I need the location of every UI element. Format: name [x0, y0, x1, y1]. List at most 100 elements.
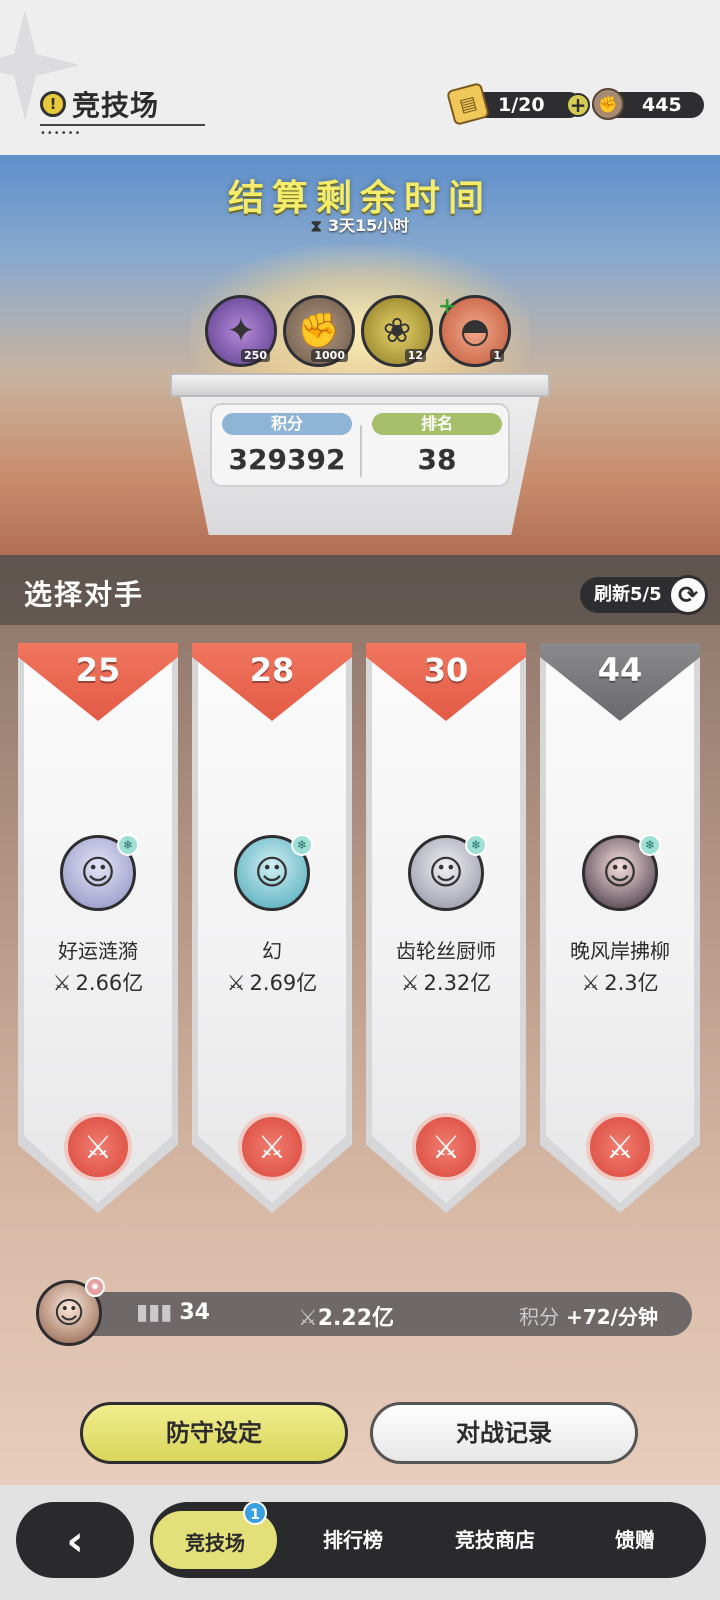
- opponent-rank: 30: [423, 651, 469, 689]
- bar-chart-icon: ▮▮▮: [136, 1300, 180, 1325]
- tab-gifts[interactable]: 馈赠: [570, 1502, 700, 1578]
- opponent-power-value: 2.66亿: [75, 971, 144, 995]
- hourglass-icon: ⧗: [310, 216, 322, 235]
- ice-element-icon: ❄: [291, 834, 313, 856]
- reward-count: 250: [241, 349, 270, 362]
- opponent-rank: 44: [597, 651, 643, 689]
- rank-label: 排名: [372, 413, 502, 435]
- opponent-power: ⚔ 2.3亿: [540, 967, 700, 997]
- character-portrait-icon: ☺: [428, 853, 464, 893]
- my-score-rate: 积分 +72/分钟: [519, 1301, 658, 1330]
- score-stat: 积分 329392: [222, 413, 352, 476]
- power-icon: ⚔: [298, 1306, 318, 1331]
- refresh-label: 刷新5/5: [594, 584, 662, 605]
- ice-element-icon: ❄: [117, 834, 139, 856]
- fight-button[interactable]: ⚔: [586, 1113, 654, 1181]
- bottom-navigation: ‹ 竞技场 1 排行榜 竞技商店 馈赠: [0, 1485, 720, 1600]
- title-area: ! 竞技场: [40, 84, 159, 124]
- reward-list: ✦ 250 ✊ 1000 ❀ 12 + ◓ 1: [205, 294, 511, 367]
- my-rank: ▮▮▮ 34: [136, 1300, 210, 1325]
- character-portrait-icon: ☺: [254, 853, 290, 893]
- rank-stat: 排名 38: [372, 413, 502, 476]
- page-title: 竞技场: [72, 89, 160, 122]
- tab-leaderboard[interactable]: 排行榜: [288, 1502, 418, 1578]
- defense-setup-button[interactable]: 防守设定: [80, 1402, 348, 1464]
- purple-gift-icon: ❀: [382, 311, 412, 351]
- character-portrait-icon: ☺: [53, 1295, 85, 1331]
- ticket-counter: ▤ 1/20 +: [445, 81, 590, 127]
- fist-coin-icon: ✊: [592, 88, 624, 120]
- pedestal-top: [170, 373, 550, 397]
- crossed-swords-icon: ⚔: [83, 1128, 113, 1166]
- tab-arena-shop[interactable]: 竞技商店: [420, 1502, 570, 1578]
- info-icon[interactable]: !: [40, 91, 66, 117]
- score-label: 积分: [222, 413, 352, 435]
- reward-count: 1: [490, 349, 504, 362]
- tab-label: 竞技场: [185, 1531, 245, 1555]
- opponent-card[interactable]: 44 ☺ ❄ 晚风岸拂柳 ⚔ 2.3亿 ⚔: [540, 643, 700, 1213]
- choose-opponent-title: 选择对手: [24, 578, 145, 611]
- opponent-rank: 25: [75, 651, 121, 689]
- add-ticket-button[interactable]: +: [566, 93, 590, 117]
- opponent-power: ⚔ 2.66亿: [18, 967, 178, 997]
- opponent-avatar[interactable]: ☺ ❄: [582, 834, 661, 911]
- ice-element-icon: ❄: [639, 834, 661, 856]
- opponent-avatar[interactable]: ☺ ❄: [60, 834, 139, 911]
- plus-icon: +: [438, 294, 457, 319]
- score-rate-value: +72/分钟: [566, 1305, 658, 1329]
- reward-star-crystal[interactable]: ✦ 250: [205, 295, 277, 367]
- opponent-rank: 28: [249, 651, 295, 689]
- arena-panel: 选择对手 刷新5/5 ⟳ 25 ☺ ❄ 好运涟漪 ⚔2.66亿 ⚔ 28 ☺: [0, 555, 720, 1485]
- refresh-button[interactable]: 刷新5/5 ⟳: [580, 575, 708, 615]
- power-icon: ⚔: [52, 971, 72, 995]
- opponent-avatar[interactable]: ☺ ❄: [234, 834, 313, 911]
- character-portrait-icon: ☺: [80, 853, 116, 893]
- tab-arena[interactable]: 竞技场 1: [150, 1501, 280, 1572]
- opponent-avatar[interactable]: ☺ ❄: [408, 834, 487, 911]
- nav-tabs: 竞技场 1 排行榜 竞技商店 馈赠: [150, 1501, 706, 1578]
- chevron-left-icon: ‹: [66, 1515, 84, 1565]
- crossed-swords-icon: ⚔: [257, 1128, 287, 1166]
- opponent-card[interactable]: 30 ☺ ❄ 齿轮丝厨师 ⚔ 2.32亿 ⚔: [366, 643, 526, 1213]
- fire-element-icon: ✹: [85, 1277, 105, 1297]
- ticket-count: 1/20: [498, 94, 545, 116]
- ice-element-icon: ❄: [465, 834, 487, 856]
- notification-badge: 1: [243, 1501, 267, 1525]
- reward-count: 12: [404, 349, 426, 362]
- opponent-card[interactable]: 28 ☺ ❄ 幻 ⚔ 2.69亿 ⚔: [192, 643, 352, 1213]
- character-portrait-icon: ☺: [602, 853, 638, 893]
- reward-count: 1000: [311, 349, 348, 362]
- fight-button[interactable]: ⚔: [412, 1113, 480, 1181]
- settle-time-value: 3天15小时: [327, 216, 410, 235]
- fight-button[interactable]: ⚔: [64, 1113, 132, 1181]
- my-avatar[interactable]: ☺ ✹: [36, 1277, 105, 1346]
- title-dots: ••••••: [40, 128, 82, 139]
- opponent-power: ⚔ 2.32亿: [366, 967, 526, 997]
- fight-button[interactable]: ⚔: [238, 1113, 306, 1181]
- opponent-name: 好运涟漪: [58, 939, 138, 963]
- coin-count: 445: [642, 94, 682, 116]
- settle-time: ⧗ 3天15小时: [0, 212, 720, 236]
- refresh-icon[interactable]: ⟳: [668, 575, 708, 615]
- opponent-name: 晚风岸拂柳: [570, 939, 670, 963]
- coin-counter: ✊ 445: [592, 88, 704, 120]
- reward-cake[interactable]: + ◓ 1: [438, 294, 511, 367]
- opponent-cards: 25 ☺ ❄ 好运涟漪 ⚔2.66亿 ⚔ 28 ☺ ❄ 幻 ⚔2.69亿 ⚔: [18, 643, 700, 1213]
- power-icon: ⚔: [581, 971, 601, 995]
- score-rate-label: 积分: [519, 1305, 560, 1329]
- title-underline: [40, 124, 205, 126]
- opponent-power-value: 2.69亿: [249, 971, 318, 995]
- reward-purple-gift[interactable]: ❀ 12: [361, 295, 433, 367]
- battle-record-button[interactable]: 对战记录: [370, 1402, 638, 1464]
- ticket-icon: ▤: [445, 81, 491, 127]
- star-crystal-icon: ✦: [226, 311, 256, 351]
- arena-header: 选择对手 刷新5/5 ⟳: [0, 555, 720, 625]
- reward-fist-coin[interactable]: ✊ 1000: [283, 295, 355, 367]
- fist-coin-icon: ✊: [297, 311, 341, 351]
- settlement-banner: 结算剩余时间 ⧗ 3天15小时 ✦ 250 ✊ 1000 ❀ 12 + ◓ 1 积…: [0, 155, 720, 555]
- stat-divider: [360, 425, 362, 477]
- back-button[interactable]: ‹: [16, 1502, 134, 1578]
- crossed-swords-icon: ⚔: [605, 1128, 635, 1166]
- opponent-card[interactable]: 25 ☺ ❄ 好运涟漪 ⚔ 2.66亿 ⚔: [18, 643, 178, 1213]
- power-icon: ⚔: [226, 971, 246, 995]
